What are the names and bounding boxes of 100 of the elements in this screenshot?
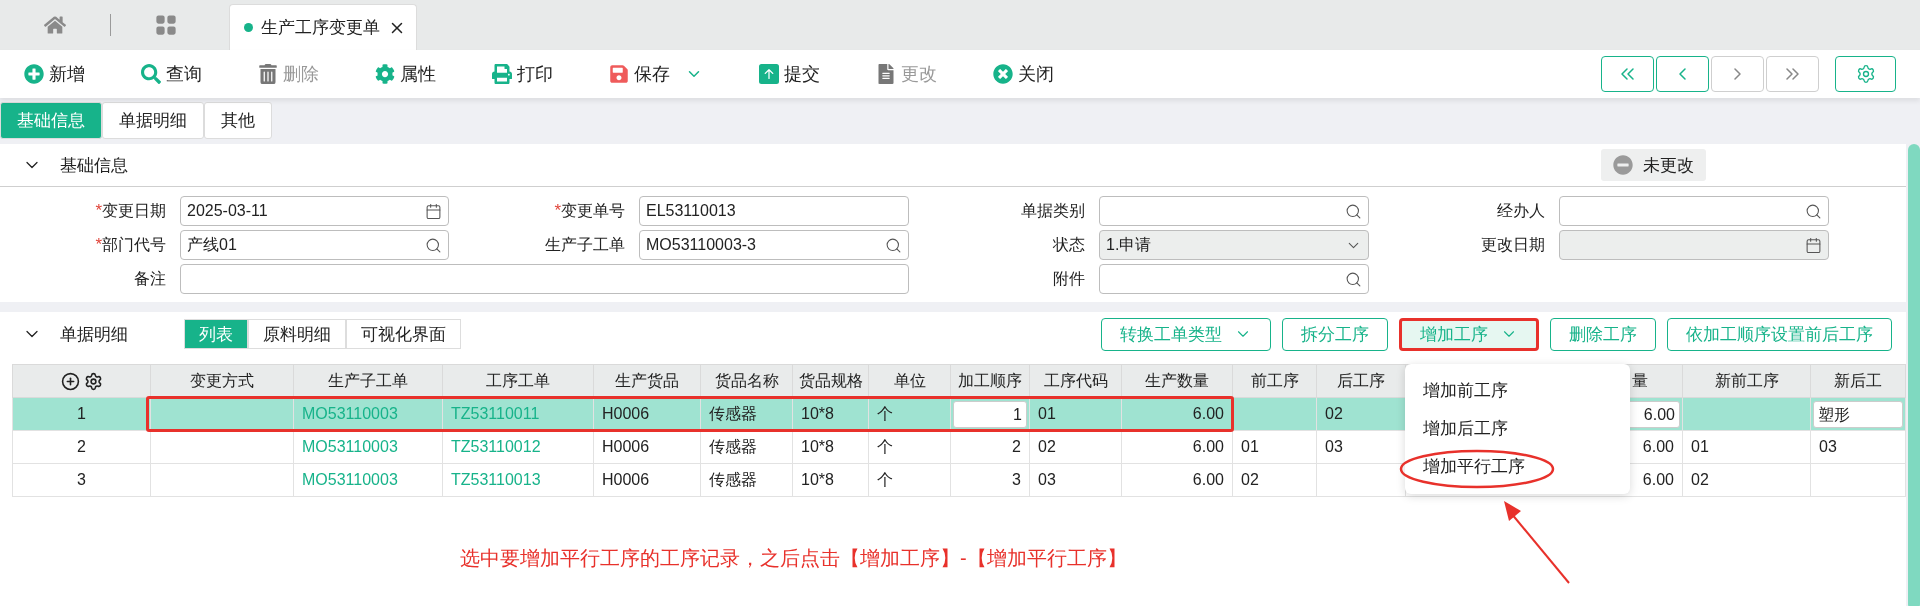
toolbar-button[interactable]: 打印 — [492, 62, 553, 86]
column-header: 加工顺序 — [950, 364, 1030, 398]
field-label: *变更单号 — [553, 200, 626, 222]
chevron-icon — [1734, 68, 1741, 80]
column-header: 单位 — [868, 364, 951, 398]
table-cell: 10*8 — [792, 463, 869, 497]
column-header: 生产数量 — [1121, 364, 1233, 398]
input-field[interactable] — [1099, 196, 1369, 226]
column-header: 生产子工单 — [293, 364, 443, 398]
table-cell: 01 — [1232, 430, 1317, 464]
table-cell: H0006 — [593, 463, 701, 497]
home-icon — [44, 14, 66, 36]
column-header: 工序代码 — [1029, 364, 1122, 398]
add-icon[interactable] — [60, 371, 80, 391]
table-cell: 传感器 — [700, 430, 793, 464]
input-field[interactable] — [180, 264, 909, 294]
input-field[interactable] — [1559, 196, 1829, 226]
table-cell: 2 — [950, 430, 1030, 464]
table-cell: 个 — [868, 430, 951, 464]
input-field[interactable] — [1099, 264, 1369, 294]
field-label: 备注 — [133, 269, 167, 289]
annotation-text: 选中要增加平行工序的工序记录，之后点击【增加工序】-【增加平行工序】 — [460, 546, 1128, 571]
gear-icon — [375, 64, 395, 84]
search-icon — [1345, 270, 1362, 288]
column-header: 变更方式 — [150, 364, 294, 398]
section-title: 单据明细 — [60, 323, 128, 346]
column-header: 后工序 — [1316, 364, 1406, 398]
field-label: 状态 — [1052, 235, 1086, 255]
cell-input[interactable]: 塑形 — [1813, 400, 1903, 428]
trash-icon — [258, 64, 278, 84]
settings-icon — [1855, 64, 1876, 84]
toolbar-button[interactable]: 属性 — [375, 62, 436, 86]
table-cell: 01 — [1682, 430, 1811, 464]
search-icon — [1345, 202, 1362, 220]
scrollbar-thumb[interactable] — [1908, 144, 1920, 606]
field-label: 附件 — [1052, 269, 1086, 289]
toolbar-button[interactable]: 新增 — [24, 62, 85, 86]
input-field[interactable]: EL53110013 — [639, 196, 909, 226]
section-title: 基础信息 — [60, 154, 128, 177]
table-cell: 6.00 — [1121, 430, 1233, 464]
chevron-icon — [1679, 68, 1686, 80]
settings-button[interactable] — [1835, 56, 1896, 92]
double-chevron-icon — [1786, 68, 1799, 80]
search-icon — [425, 236, 442, 254]
table-cell: 3 — [950, 463, 1030, 497]
cell-input[interactable]: 1 — [953, 400, 1027, 428]
table-cell: 10*8 — [792, 430, 869, 464]
table-cell: 02 — [1029, 430, 1122, 464]
input-field[interactable]: 2025-03-11 — [180, 196, 449, 226]
column-header: 生产货品 — [593, 364, 701, 398]
grid-icon — [155, 14, 177, 36]
document-tab[interactable]: 生产工序变更单 — [229, 4, 417, 50]
table-cell: 个 — [868, 463, 951, 497]
column-header: 新后工 — [1810, 364, 1906, 398]
input-field[interactable]: 产线01 — [180, 230, 449, 260]
row-number: 3 — [12, 463, 151, 497]
input-field[interactable]: MO53110003-3 — [639, 230, 909, 260]
calendar-icon — [425, 202, 442, 220]
toolbar-button[interactable]: 关闭 — [993, 62, 1054, 86]
status-badge: 未更改 — [1601, 149, 1706, 181]
field-label: 经办人 — [1496, 201, 1546, 221]
status-dot-icon — [244, 23, 253, 32]
pager-button[interactable] — [1601, 56, 1654, 92]
field-label: 更改日期 — [1480, 235, 1546, 255]
table-cell: 03 — [1029, 463, 1122, 497]
upload-icon — [759, 64, 779, 84]
toolbar-button[interactable]: 查询 — [141, 62, 202, 86]
column-header: 工序工单 — [442, 364, 594, 398]
tab-title: 生产工序变更单 — [261, 17, 380, 39]
toolbar-button[interactable]: 提交 — [759, 62, 820, 86]
column-header: 新前工序 — [1682, 364, 1811, 398]
settings-icon[interactable] — [83, 371, 103, 391]
table-cell: 03 — [1810, 430, 1906, 464]
document-icon — [876, 64, 896, 84]
double-chevron-icon — [1621, 68, 1634, 80]
table-cell: 02 — [1682, 463, 1811, 497]
row-number: 2 — [12, 430, 151, 464]
table-cell: H0006 — [593, 430, 701, 464]
search-icon — [1805, 202, 1822, 220]
search-icon — [885, 236, 902, 254]
search-icon — [141, 64, 161, 84]
column-header: 货品规格 — [792, 364, 869, 398]
table-cell: 02 — [1232, 463, 1317, 497]
printer-icon — [492, 64, 512, 84]
toolbar-button[interactable]: 保存 — [609, 62, 703, 86]
field-label: 单据类别 — [1020, 201, 1086, 221]
view-tab[interactable]: 原料明细 — [248, 319, 346, 349]
pager-button[interactable] — [1656, 56, 1709, 92]
column-header: 货品名称 — [700, 364, 793, 398]
page-tab[interactable]: 单据明细 — [102, 102, 204, 139]
field-label: *部门代号 — [94, 234, 167, 256]
table-cell: 6.00 — [1121, 463, 1233, 497]
calendar-icon — [1805, 236, 1822, 254]
table-cell: 传感器 — [700, 463, 793, 497]
row-number: 1 — [12, 397, 151, 431]
column-header: 前工序 — [1232, 364, 1317, 398]
field-label: *变更日期 — [94, 200, 167, 222]
field-label: 生产子工单 — [544, 235, 626, 255]
view-tab[interactable]: 可视化界面 — [346, 319, 461, 349]
page-tab[interactable]: 其他 — [204, 102, 272, 139]
